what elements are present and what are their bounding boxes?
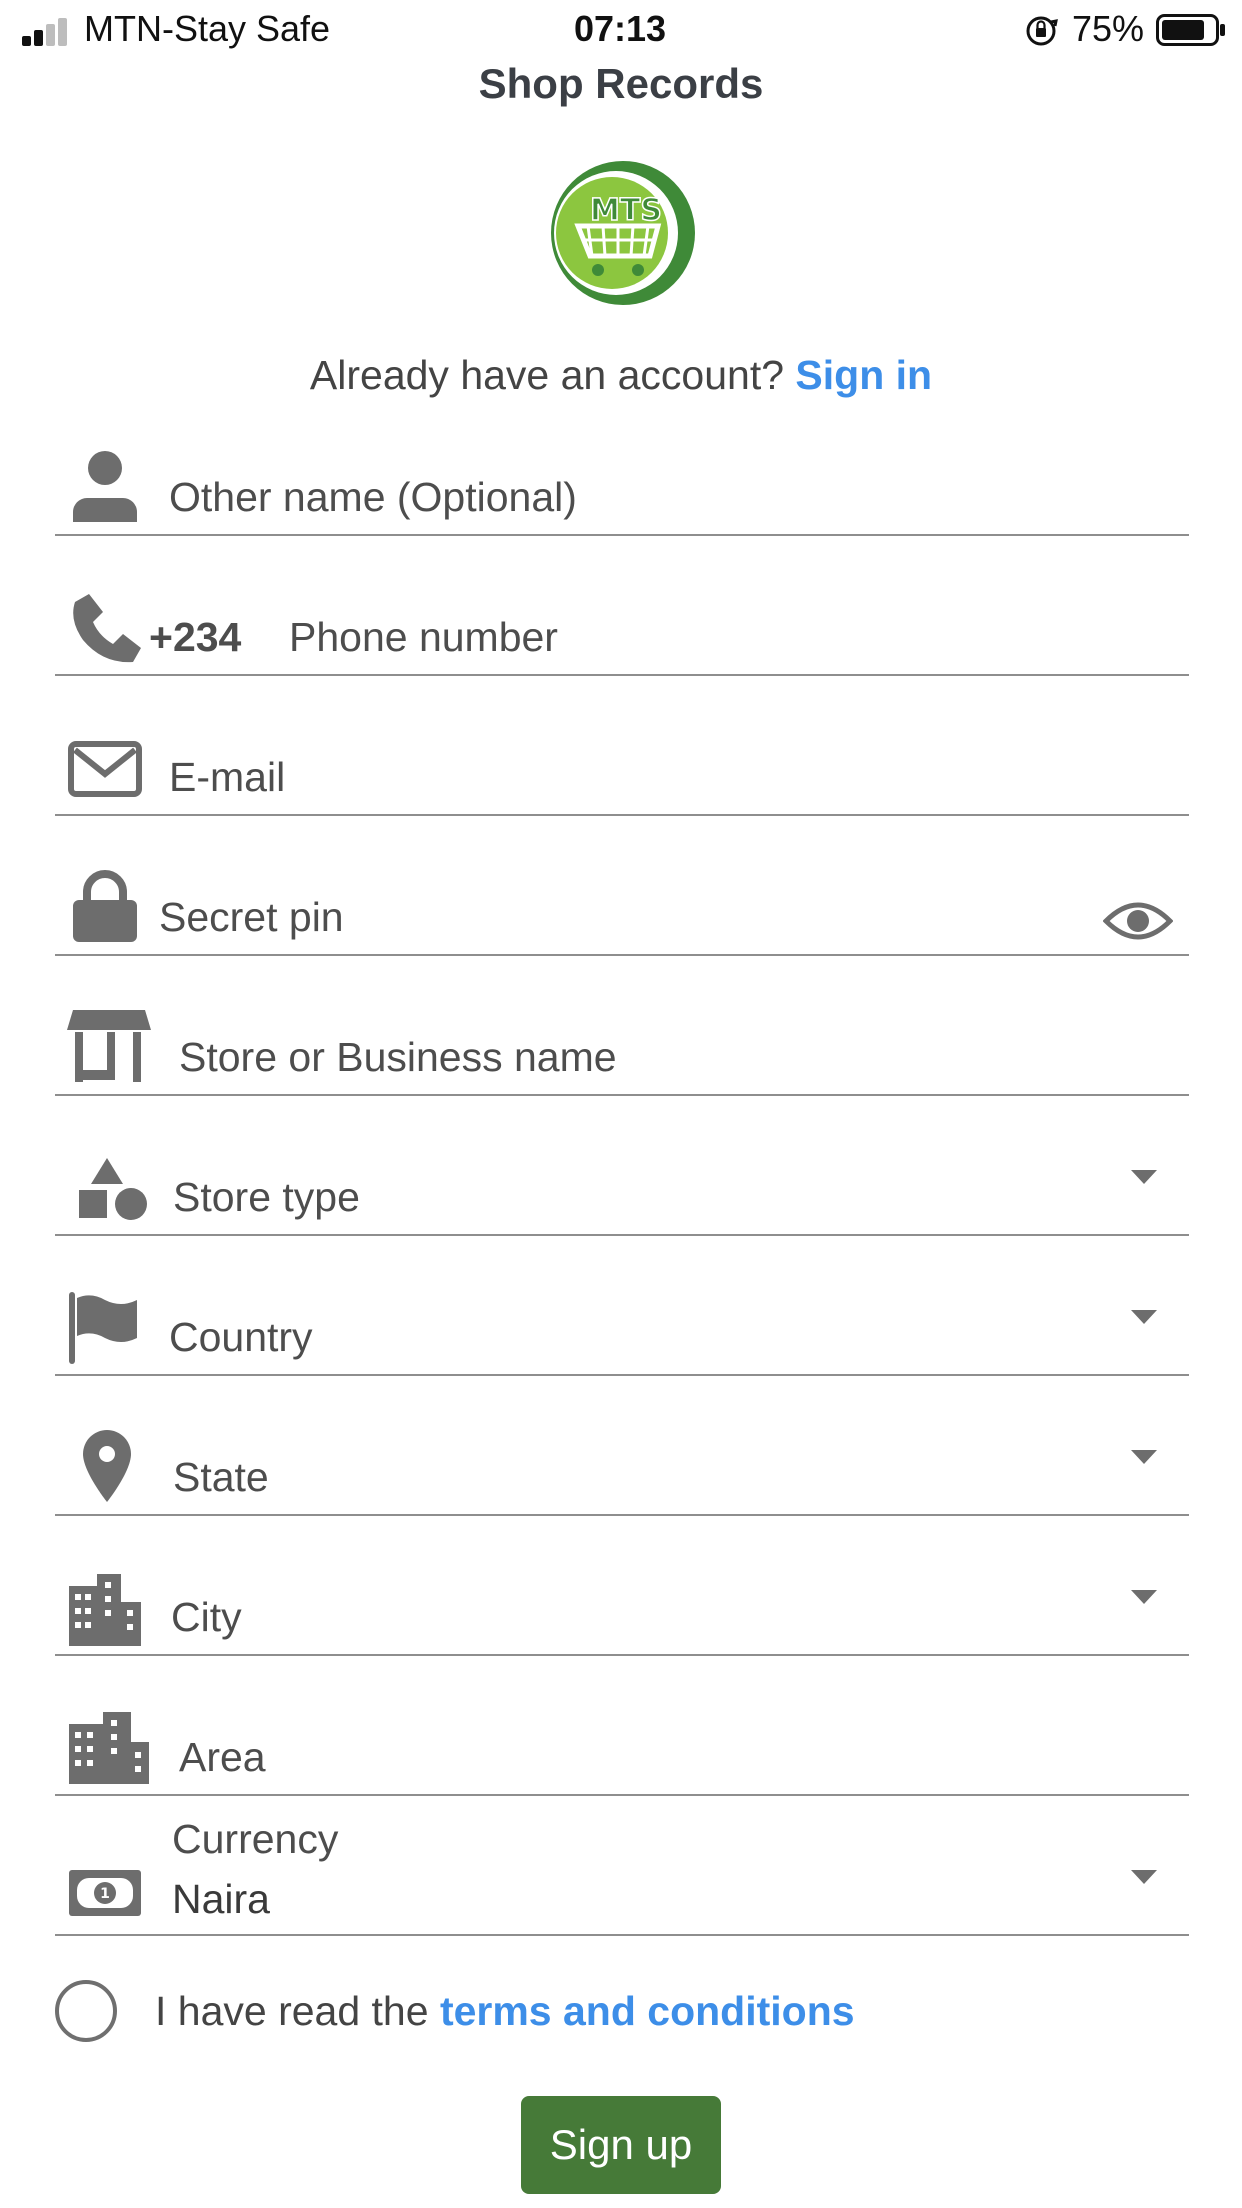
currency-value: Naira <box>172 1876 270 1922</box>
app-logo: MTS <box>548 158 698 308</box>
email-placeholder: E-mail <box>169 754 286 800</box>
person-icon <box>67 448 143 524</box>
logo-text: MTS <box>590 193 662 228</box>
terms-text: I have read the terms and conditions <box>155 1988 855 2035</box>
store-name-placeholder: Store or Business name <box>179 1034 617 1080</box>
account-prompt-text: Already have an account? <box>309 352 785 398</box>
terms-link[interactable]: terms and conditions <box>440 1988 855 2034</box>
currency-label: Currency <box>172 1816 339 1862</box>
status-time: 07:13 <box>573 8 667 49</box>
city-placeholder: City <box>171 1594 242 1640</box>
flag-icon <box>67 1290 143 1366</box>
city-dropdown[interactable]: City <box>55 1558 1189 1656</box>
sign-in-prompt: Already have an account? Sign in <box>0 352 1242 399</box>
svg-text:1: 1 <box>100 1886 110 1902</box>
store-name-field[interactable]: Store or Business name <box>55 998 1189 1096</box>
terms-prefix: I have read the <box>155 1988 429 2034</box>
buildings-icon <box>67 1710 151 1786</box>
currency-dropdown[interactable]: Currency 1 Naira <box>55 1816 1189 1936</box>
map-pin-icon <box>77 1428 137 1504</box>
envelope-icon <box>67 732 143 808</box>
carrier-name: MTN-Stay Safe <box>84 8 331 49</box>
area-field[interactable]: Area <box>55 1698 1189 1796</box>
phone-field[interactable]: +234 Phone number <box>55 578 1189 676</box>
state-dropdown[interactable]: State <box>55 1418 1189 1516</box>
lock-icon <box>67 868 143 944</box>
page-title: Shop Records <box>478 60 764 107</box>
chevron-down-icon <box>1131 1170 1157 1184</box>
signal-strength-icon <box>22 18 72 46</box>
shapes-icon <box>75 1146 151 1222</box>
other-name-field[interactable]: Other name (Optional) <box>55 438 1189 536</box>
store-icon <box>67 1006 151 1082</box>
store-type-placeholder: Store type <box>173 1174 360 1220</box>
country-placeholder: Country <box>169 1314 313 1360</box>
battery-icon <box>1156 14 1226 46</box>
chevron-down-icon <box>1131 1450 1157 1464</box>
sign-in-link[interactable]: Sign in <box>795 352 932 398</box>
eye-icon[interactable] <box>1103 896 1173 946</box>
sign-up-button[interactable]: Sign up <box>521 2096 721 2194</box>
phone-country-code: +234 <box>149 614 242 660</box>
terms-checkbox[interactable] <box>55 1980 117 2042</box>
store-type-dropdown[interactable]: Store type <box>55 1138 1189 1236</box>
chevron-down-icon <box>1131 1310 1157 1324</box>
battery-percentage: 75% <box>1072 8 1145 49</box>
phone-placeholder: Phone number <box>289 614 558 660</box>
secret-pin-field[interactable]: Secret pin <box>55 858 1189 956</box>
phone-icon <box>67 590 143 666</box>
country-dropdown[interactable]: Country <box>55 1278 1189 1376</box>
city-icon <box>67 1572 143 1648</box>
state-placeholder: State <box>173 1454 269 1500</box>
money-icon: 1 <box>67 1856 143 1932</box>
terms-row: I have read the terms and conditions <box>55 1980 1189 2050</box>
email-field[interactable]: E-mail <box>55 718 1189 816</box>
chevron-down-icon <box>1131 1590 1157 1604</box>
area-placeholder: Area <box>179 1734 266 1780</box>
chevron-down-icon <box>1131 1870 1157 1884</box>
secret-pin-placeholder: Secret pin <box>159 894 344 940</box>
orientation-lock-icon <box>1024 14 1058 48</box>
other-name-placeholder: Other name (Optional) <box>169 474 577 520</box>
